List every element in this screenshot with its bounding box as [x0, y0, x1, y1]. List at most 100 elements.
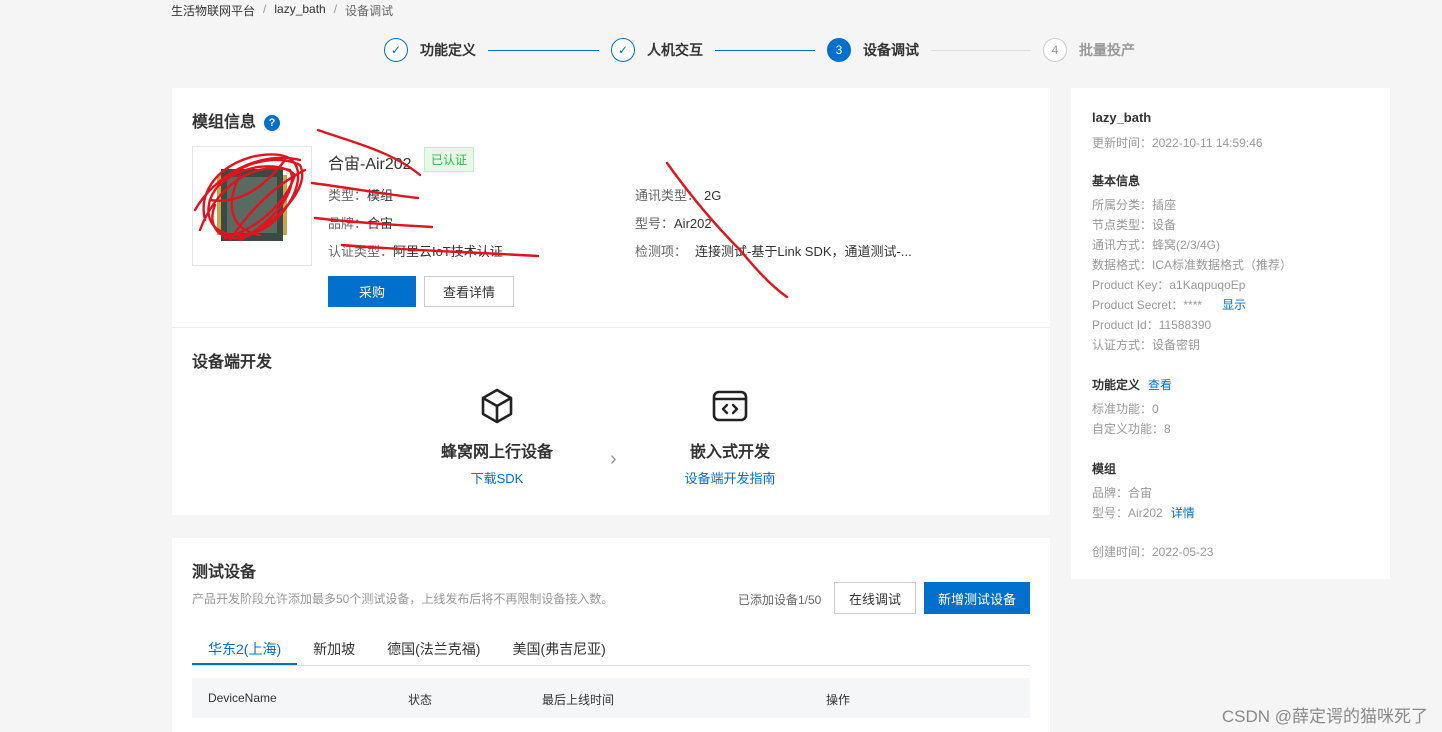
field-value: 2G — [704, 188, 722, 203]
online-debug-button[interactable]: 在线调试 — [834, 582, 916, 614]
region-tabs: 华东2(上海) 新加坡 德国(法兰克福) 美国(弗吉尼亚) — [192, 634, 1030, 666]
product-key: Product Key：a1KaqpuqoEp — [1092, 278, 1246, 292]
watermark: CSDN @薛定谔的猫咪死了 — [1221, 707, 1428, 726]
step-function-definition[interactable]: ✓ 功能定义 — [384, 38, 476, 62]
product-name: lazy_bath — [1092, 110, 1152, 125]
check-icon: ✓ — [611, 38, 635, 62]
product-secret: Product Secret：**** 显示 — [1092, 296, 1246, 313]
step-connector — [715, 49, 815, 51]
tab-east-china-2[interactable]: 华东2(上海) — [192, 634, 298, 665]
step-label: 功能定义 — [420, 42, 476, 58]
field-label: 品牌： — [328, 216, 368, 231]
step-mass-production[interactable]: 4 批量投产 — [1043, 38, 1135, 62]
chip-icon — [217, 169, 287, 241]
column-header: 操作 — [826, 693, 851, 707]
module-name: 合宙-Air202 — [328, 156, 412, 173]
step-connector — [488, 49, 599, 51]
module-info-header: 模组信息? — [192, 108, 281, 132]
field-label: 认证类型： — [328, 244, 394, 259]
section-title: 测试设备 — [192, 564, 257, 581]
add-test-device-button[interactable]: 新增测试设备 — [924, 582, 1030, 614]
comm-mode: 通讯方式：蜂窝(2/3/4G) — [1092, 238, 1221, 252]
step-label: 人机交互 — [647, 42, 703, 58]
module-model-text: 型号：Air202 — [1092, 506, 1163, 520]
auth-mode: 认证方式：设备密钥 — [1092, 338, 1201, 352]
divider — [172, 327, 1050, 328]
field-value: 连接测试-基于Link SDK，通道测试-... — [695, 244, 912, 259]
module-test-items: 检测项： 连接测试-基于Link SDK，通道测试-... — [635, 241, 912, 260]
chevron-right-icon: › — [610, 448, 617, 470]
device-count: 已添加设备1/50 — [738, 593, 822, 607]
step-label: 设备调试 — [863, 42, 919, 58]
module-info-card: 模组信息? 合宙-Air202 已认证 类型：模组 品牌：合宙 认证类型：阿里云… — [172, 88, 1050, 515]
test-devices-description: 产品开发阶段允许添加最多50个测试设备，上线发布后将不再限制设备接入数。 — [192, 592, 614, 606]
field-label: 类型： — [328, 188, 368, 203]
field-value: 阿里云IoT技术认证 — [393, 244, 503, 259]
module-detail-link[interactable]: 详情 — [1171, 506, 1195, 520]
step-connector — [931, 49, 1031, 51]
column-header: 最后上线时间 — [542, 693, 615, 707]
view-detail-button[interactable]: 查看详情 — [424, 276, 514, 307]
dev-guide-link[interactable]: 设备端开发指南 — [660, 468, 800, 487]
check-icon: ✓ — [384, 38, 408, 62]
column-header: 状态 — [408, 693, 433, 707]
breadcrumb-product[interactable]: lazy_bath — [274, 2, 325, 19]
step-number: 4 — [1043, 38, 1067, 62]
cellular-device-option[interactable]: 蜂窝网上行设备 下载SDK — [422, 386, 572, 487]
module-type: 类型：模组 — [328, 185, 393, 204]
module-comm-type: 通讯类型： 2G — [635, 185, 721, 204]
tab-germany[interactable]: 德国(法兰克福) — [371, 634, 496, 665]
code-window-icon — [712, 390, 748, 422]
module-brand: 品牌：合宙 — [1092, 486, 1153, 500]
breadcrumb: 生活物联网平台 / lazy_bath / 设备调试 — [171, 2, 393, 19]
category: 所属分类：插座 — [1092, 198, 1177, 212]
data-format: 数据格式：ICA标准数据格式（推荐） — [1092, 258, 1293, 272]
column-header: DeviceName — [208, 691, 277, 705]
show-secret-link[interactable]: 显示 — [1222, 298, 1246, 312]
field-label: 检测项： — [635, 244, 688, 259]
field-value: 合宙 — [367, 216, 394, 231]
progress-steps: ✓ 功能定义 ✓ 人机交互 3 设备调试 4 批量投产 — [384, 37, 1135, 63]
module-title: 模组 — [1092, 462, 1117, 476]
breadcrumb-separator: / — [333, 2, 338, 16]
embedded-dev-option[interactable]: 嵌入式开发 设备端开发指南 — [660, 386, 800, 487]
breadcrumb-separator: / — [263, 2, 267, 16]
module-model: 型号：Air202 详情 — [1092, 504, 1195, 521]
module-cert: 认证类型：阿里云IoT技术认证 — [328, 241, 503, 260]
field-value: Air202 — [674, 216, 712, 231]
created-time: 创建时间：2022-05-23 — [1092, 545, 1214, 559]
step-label: 批量投产 — [1079, 42, 1135, 58]
option-title: 嵌入式开发 — [689, 444, 770, 461]
module-brand: 品牌：合宙 — [328, 213, 393, 232]
tab-singapore[interactable]: 新加坡 — [297, 634, 371, 665]
field-value: 模组 — [367, 188, 394, 203]
certified-badge: 已认证 — [424, 147, 475, 172]
product-id: Product Id：11588390 — [1092, 318, 1212, 332]
download-sdk-link[interactable]: 下载SDK — [422, 468, 572, 487]
cube-icon — [481, 388, 513, 424]
buy-button[interactable]: 采购 — [328, 276, 416, 307]
field-label: 型号： — [635, 216, 675, 231]
step-number: 3 — [827, 38, 851, 62]
function-def-label: 功能定义 — [1092, 378, 1141, 392]
product-info-sidebar: lazy_bath 更新时间：2022-10-11 14:59:46 基本信息 … — [1071, 88, 1390, 579]
basic-info-title: 基本信息 — [1092, 174, 1141, 188]
product-secret-text: Product Secret：**** — [1092, 298, 1203, 312]
module-model: 型号：Air202 — [635, 213, 712, 232]
test-devices-card: 测试设备 产品开发阶段允许添加最多50个测试设备，上线发布后将不再限制设备接入数… — [172, 538, 1050, 732]
step-device-debug[interactable]: 3 设备调试 — [827, 38, 919, 62]
help-icon[interactable]: ? — [264, 114, 281, 131]
updated-time: 更新时间：2022-10-11 14:59:46 — [1092, 136, 1263, 150]
tab-us-virginia[interactable]: 美国(弗吉尼亚) — [496, 634, 621, 665]
function-def-title: 功能定义 查看 — [1092, 376, 1172, 393]
view-functions-link[interactable]: 查看 — [1148, 378, 1172, 392]
device-table-header: DeviceName 状态 最后上线时间 操作 — [192, 678, 1030, 718]
breadcrumb-root[interactable]: 生活物联网平台 — [171, 2, 255, 19]
node-type: 节点类型：设备 — [1092, 218, 1177, 232]
section-title: 模组信息 — [192, 114, 257, 131]
step-hmi[interactable]: ✓ 人机交互 — [611, 38, 703, 62]
breadcrumb-current: 设备调试 — [345, 4, 394, 18]
section-title: 设备端开发 — [192, 354, 273, 371]
module-image — [192, 146, 312, 266]
option-title: 蜂窝网上行设备 — [440, 444, 553, 461]
